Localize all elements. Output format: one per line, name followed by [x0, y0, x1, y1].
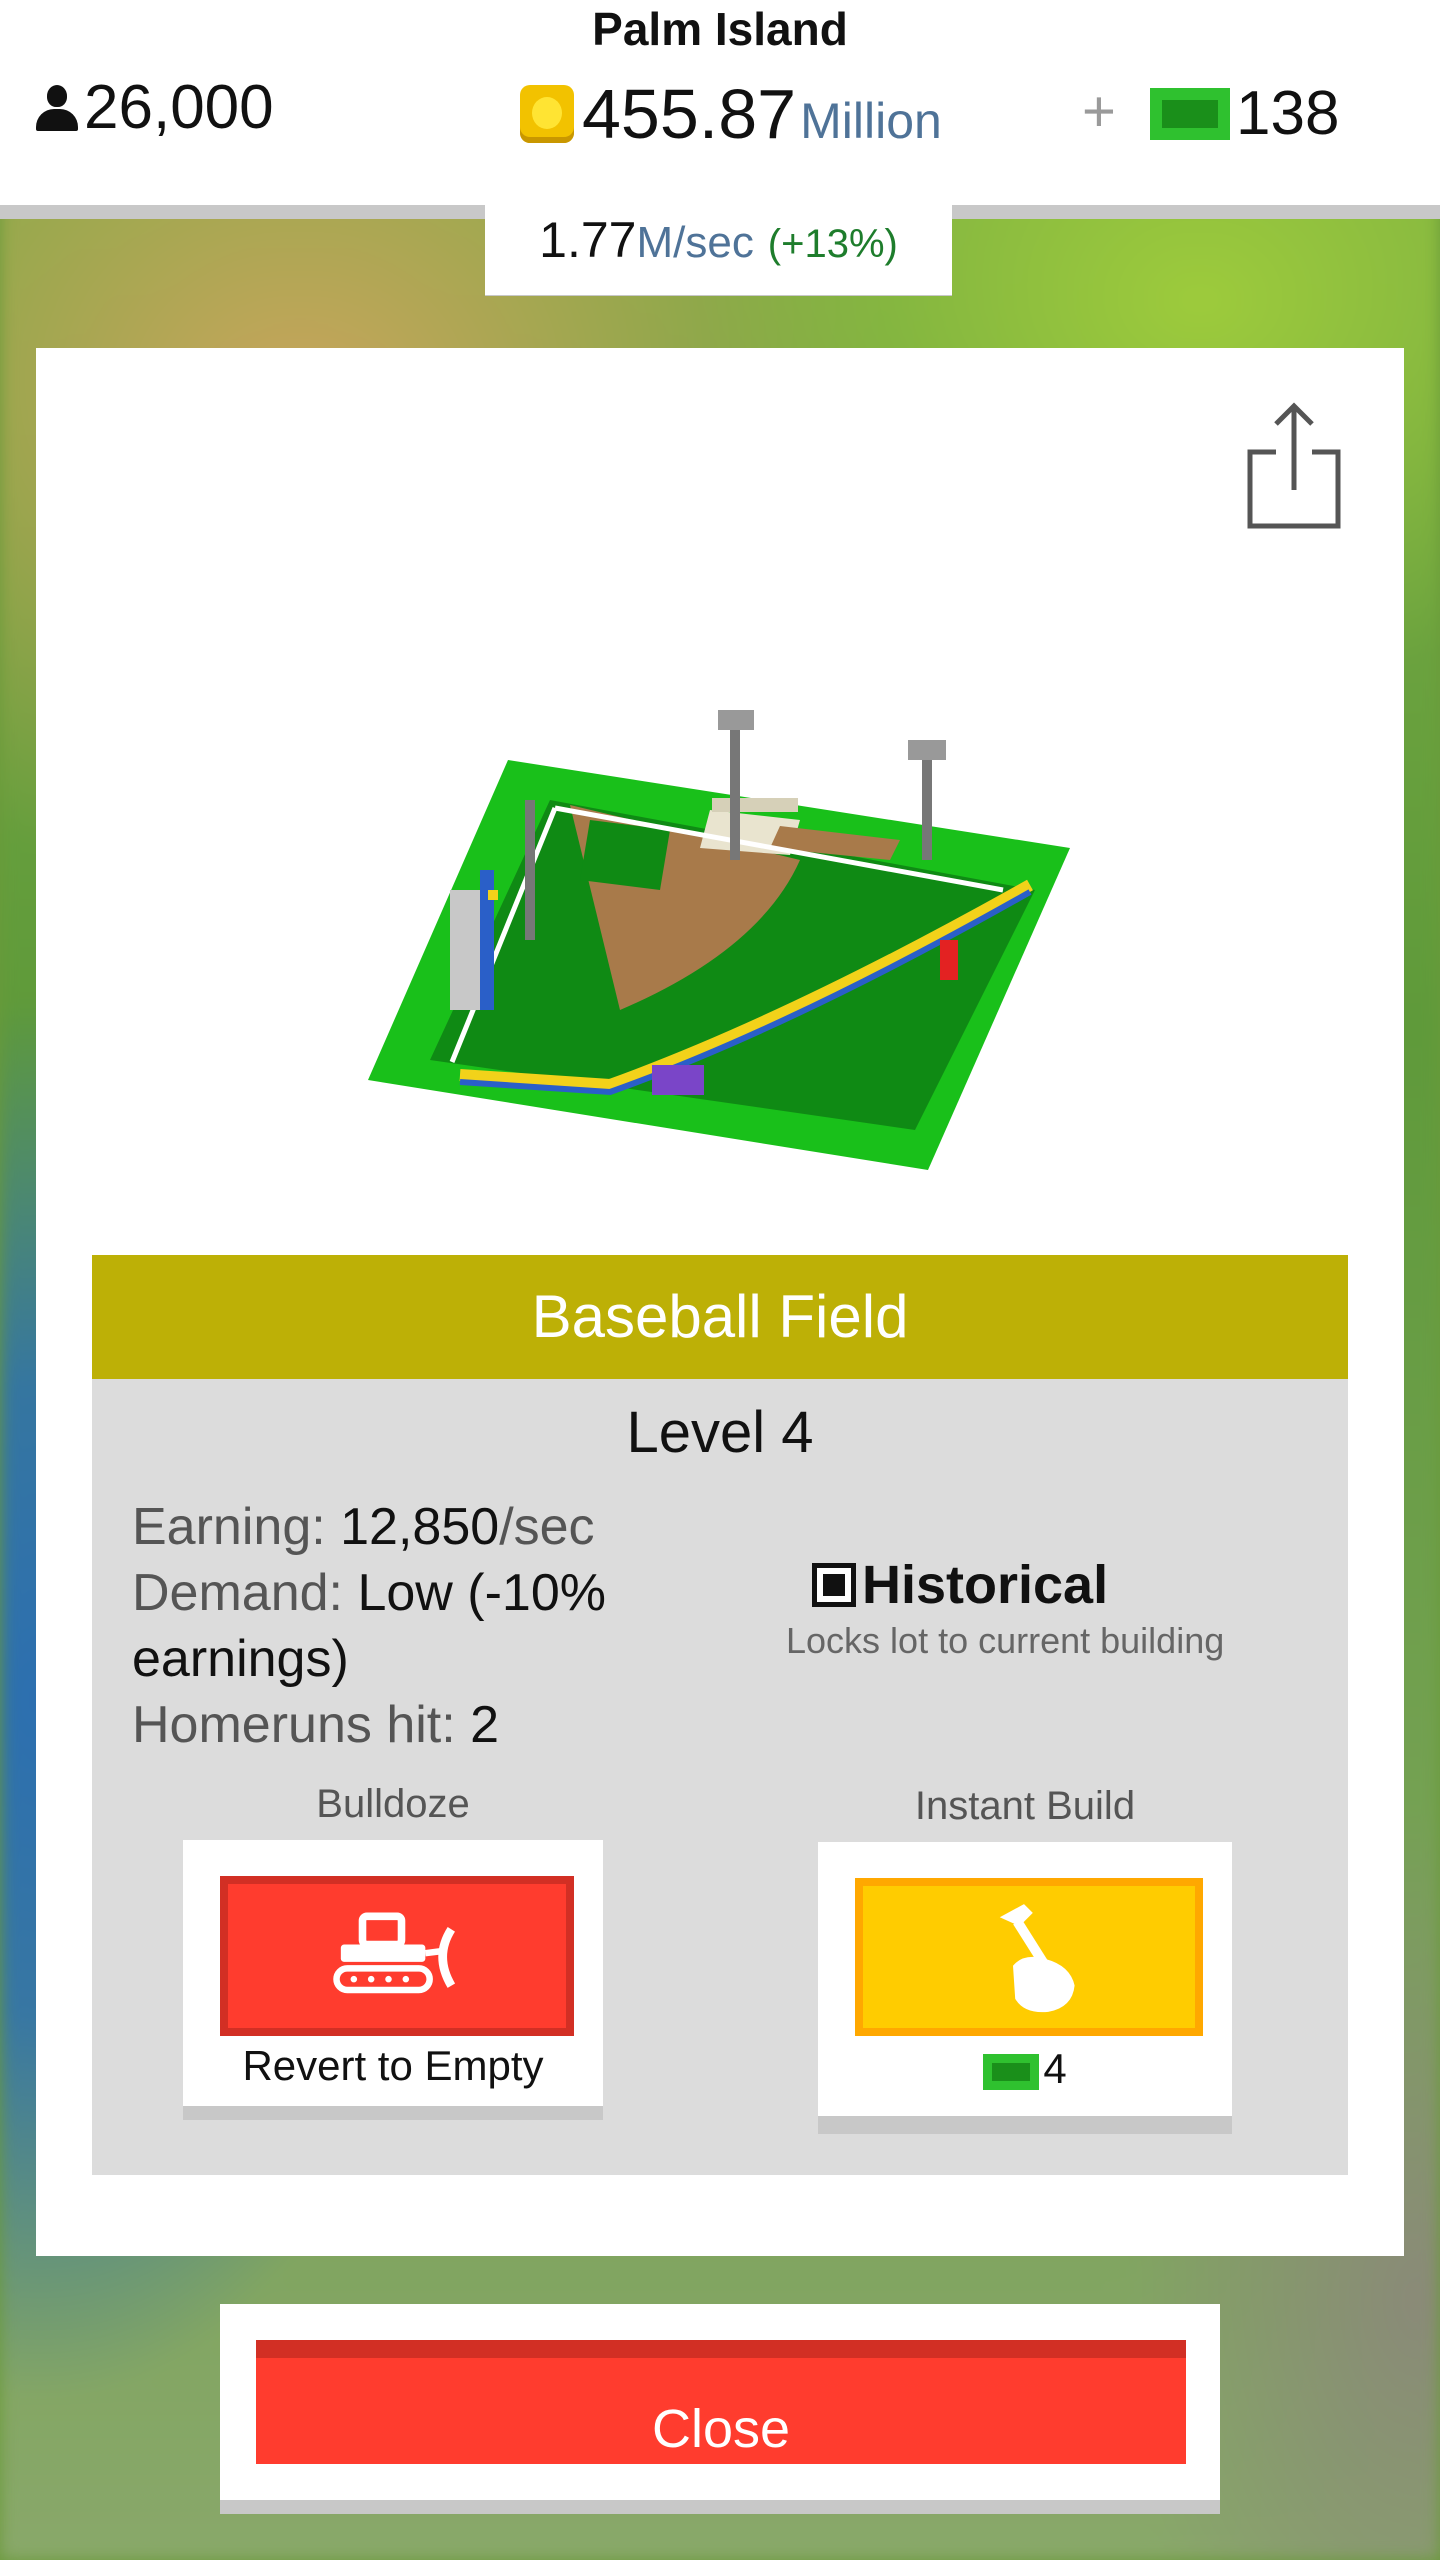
demand-label: Demand: [132, 1564, 358, 1622]
historical-description: Locks lot to current building [786, 1620, 1225, 1661]
population-counter: 26,000 [36, 72, 274, 143]
coin-icon [520, 85, 574, 143]
person-icon [36, 84, 78, 131]
instant-build-title: Instant Build [914, 1784, 1136, 1828]
rate-unit: M/sec [636, 218, 754, 267]
money-unit: Million [800, 93, 942, 149]
earning-unit: /sec [499, 1498, 595, 1556]
earning-label: Earning: [132, 1498, 341, 1556]
bill-icon [983, 2053, 1040, 2090]
building-stats: Earning: 12,850/sec Demand: Low (-10% ea… [132, 1494, 692, 1758]
money-counter: 455.87 Million [520, 74, 942, 154]
bulldoze-button-label: Revert to Empty [242, 2042, 544, 2089]
building-level: Level 4 [626, 1400, 814, 1465]
instant-build-cost: 4 [818, 2045, 1232, 2093]
earning-value: 12,850 [340, 1498, 500, 1556]
income-rate: 1.77M/sec (+13%) [485, 205, 952, 295]
bill-icon [1150, 87, 1230, 140]
bulldoze-button[interactable] [220, 1876, 574, 2036]
bulldozer-icon [333, 1912, 456, 1994]
money-value: 455.87 [582, 75, 797, 153]
instant-build-button[interactable] [855, 1878, 1203, 2036]
baseball-field-illustration [368, 710, 1070, 1170]
bucks-counter[interactable]: 138 [1150, 78, 1339, 149]
share-icon[interactable] [1246, 400, 1342, 530]
island-name: Palm Island [592, 3, 848, 55]
earning-row: Earning: 12,850/sec [132, 1494, 692, 1560]
population-value: 26,000 [84, 73, 274, 142]
bulldoze-title: Bulldoze [316, 1782, 470, 1826]
hammer-hand-icon [999, 1904, 1075, 2013]
close-button-shadow [220, 2500, 1220, 2514]
demand-row: Demand: Low (-10% earnings) [132, 1560, 692, 1692]
close-button[interactable]: Close [256, 2340, 1186, 2464]
homeruns-label: Homeruns hit: [132, 1696, 471, 1754]
rate-value: 1.77 [539, 212, 637, 268]
rate-bonus: (+13%) [767, 222, 898, 266]
historical-checkbox[interactable] [812, 1563, 856, 1607]
historical-label: Historical [862, 1555, 1109, 1615]
homeruns-value: 2 [470, 1696, 500, 1754]
building-name: Baseball Field [92, 1255, 1348, 1379]
historical-toggle[interactable]: Historical Locks lot to current building [786, 1554, 1232, 1662]
instant-build-cost-value: 4 [1043, 2045, 1067, 2092]
bucks-value: 138 [1236, 79, 1340, 148]
homeruns-row: Homeruns hit: 2 [132, 1692, 692, 1758]
add-bucks-button[interactable]: + [1082, 78, 1116, 145]
